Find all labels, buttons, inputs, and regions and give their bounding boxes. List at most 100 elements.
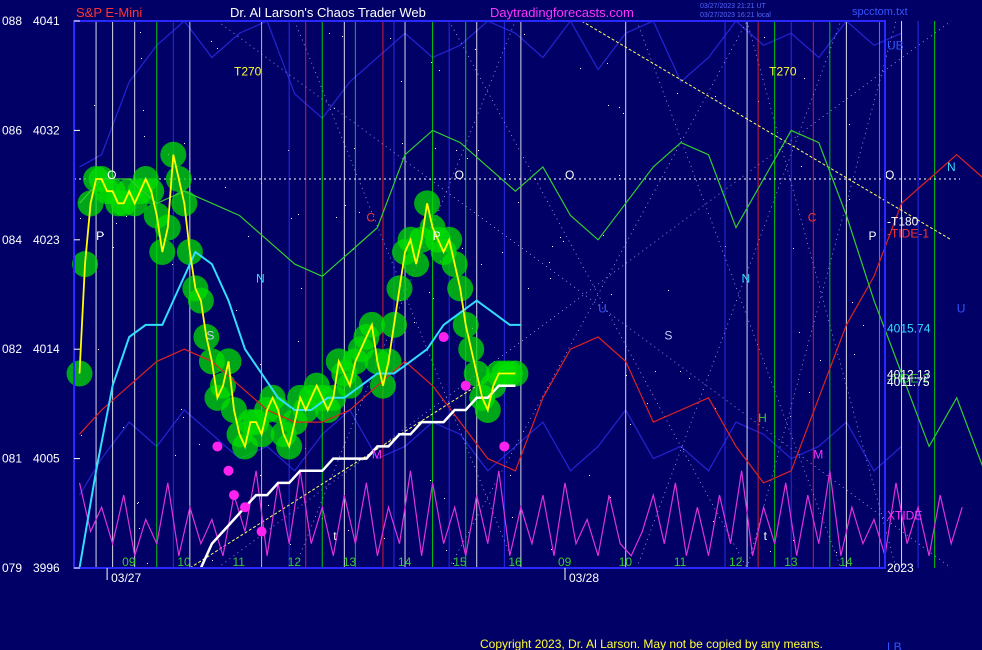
y-tick-left-label: 088 xyxy=(2,14,22,28)
star-dot xyxy=(510,475,511,476)
star-dot xyxy=(336,217,337,218)
star-dot xyxy=(444,498,445,499)
marker-label: O xyxy=(455,168,464,182)
x-hour-label: 13 xyxy=(343,555,357,569)
star-dot xyxy=(518,202,519,203)
x-hour-label: 14 xyxy=(398,555,412,569)
site-title: Dr. Al Larson's Chaos Trader Web xyxy=(230,5,426,20)
star-dot xyxy=(475,49,476,50)
star-dot xyxy=(329,33,330,34)
star-dot xyxy=(467,158,468,159)
star-dot xyxy=(854,354,855,355)
star-dot xyxy=(462,248,463,249)
star-dot xyxy=(184,143,185,144)
star-dot xyxy=(713,521,714,522)
x-hour-label: 14 xyxy=(839,555,853,569)
marker-label: N xyxy=(742,271,751,285)
star-dot xyxy=(390,38,391,39)
star-dot xyxy=(623,113,624,114)
star-dot xyxy=(552,246,553,247)
star-dot xyxy=(140,32,141,33)
star-dot xyxy=(435,148,436,149)
star-dot xyxy=(401,81,402,82)
marker-label: P xyxy=(96,229,104,243)
star-dot xyxy=(607,63,608,64)
file-name: spcctom.txt xyxy=(852,6,908,18)
star-dot xyxy=(217,48,218,49)
marker-label: O xyxy=(885,168,894,182)
star-dot xyxy=(80,218,81,219)
star-dot xyxy=(509,174,510,175)
y-tick-price-label: 4014 xyxy=(33,342,60,356)
y-tick-price-label: 4041 xyxy=(33,14,60,28)
y-tick-left-label: 084 xyxy=(2,233,22,247)
marker-label: H xyxy=(758,411,767,425)
star-dot xyxy=(446,550,447,551)
star-dot xyxy=(456,150,457,151)
star-dot xyxy=(181,409,182,410)
star-dot xyxy=(236,310,237,311)
site-link[interactable]: Daytradingforecasts.com xyxy=(490,5,634,20)
star-dot xyxy=(793,248,794,249)
star-dot xyxy=(611,294,612,295)
star-dot xyxy=(764,37,765,38)
star-dot xyxy=(655,371,656,372)
star-dot xyxy=(143,110,144,111)
star-dot xyxy=(123,427,124,428)
x-hour-label: 10 xyxy=(619,555,633,569)
marker-label: U xyxy=(957,302,966,316)
x-hour-label: 11 xyxy=(233,555,246,569)
right-side-label: 4011.75 xyxy=(887,375,930,389)
right-side-label: XTIDE xyxy=(887,509,922,523)
star-dot xyxy=(852,302,853,303)
x-date-label: 03/27 xyxy=(111,571,141,585)
star-dot xyxy=(689,378,690,379)
star-dot xyxy=(439,70,440,71)
star-dot xyxy=(354,148,355,149)
marker-label: T270 xyxy=(769,65,797,79)
star-dot xyxy=(291,218,292,219)
y-tick-price-label: 3996 xyxy=(33,561,60,575)
star-dot xyxy=(481,264,482,265)
star-dot xyxy=(608,105,609,106)
y-tick-left-label: 082 xyxy=(2,342,22,356)
star-dot xyxy=(715,96,716,97)
star-dot xyxy=(211,41,212,42)
timestamp-local: 03/27/2023 16:21 local xyxy=(700,12,771,19)
star-dot xyxy=(301,288,302,289)
star-dot xyxy=(809,392,810,393)
star-dot xyxy=(563,241,564,242)
marker-label: P xyxy=(433,229,441,243)
x-hour-label: 09 xyxy=(558,555,572,569)
marker-label: U xyxy=(598,302,607,316)
chaos-chart: T270 T270O O O OP P PC CN NU US SHM Mt t 088 4041086 4… xyxy=(0,0,982,650)
star-dot xyxy=(144,136,145,137)
star-dot xyxy=(550,278,551,279)
star-dot xyxy=(849,124,850,125)
right-side-label: UB xyxy=(887,38,904,52)
star-dot xyxy=(139,528,140,529)
y-tick-left-label: 079 xyxy=(2,561,22,575)
star-dot xyxy=(849,199,850,200)
marker-label: M xyxy=(813,448,823,462)
star-dot xyxy=(619,175,620,176)
star-dot xyxy=(863,325,864,326)
star-dot xyxy=(199,444,200,445)
right-side-label: -TIDE-1 xyxy=(887,227,929,241)
star-dot xyxy=(502,252,503,253)
marker-label: M xyxy=(372,448,382,462)
marker-label: N xyxy=(256,271,265,285)
right-side-label: 4015.74 xyxy=(887,322,931,336)
magenta-dot xyxy=(223,465,234,476)
instrument-title: S&P E-Mini xyxy=(76,5,142,20)
star-dot xyxy=(298,214,299,215)
star-dot xyxy=(677,93,678,94)
magenta-dot xyxy=(460,380,471,391)
star-dot xyxy=(175,455,176,456)
star-dot xyxy=(298,341,299,342)
star-dot xyxy=(345,205,346,206)
star-dot xyxy=(98,349,99,350)
star-dot xyxy=(799,332,800,333)
star-dot xyxy=(183,417,184,418)
star-dot xyxy=(630,424,631,425)
